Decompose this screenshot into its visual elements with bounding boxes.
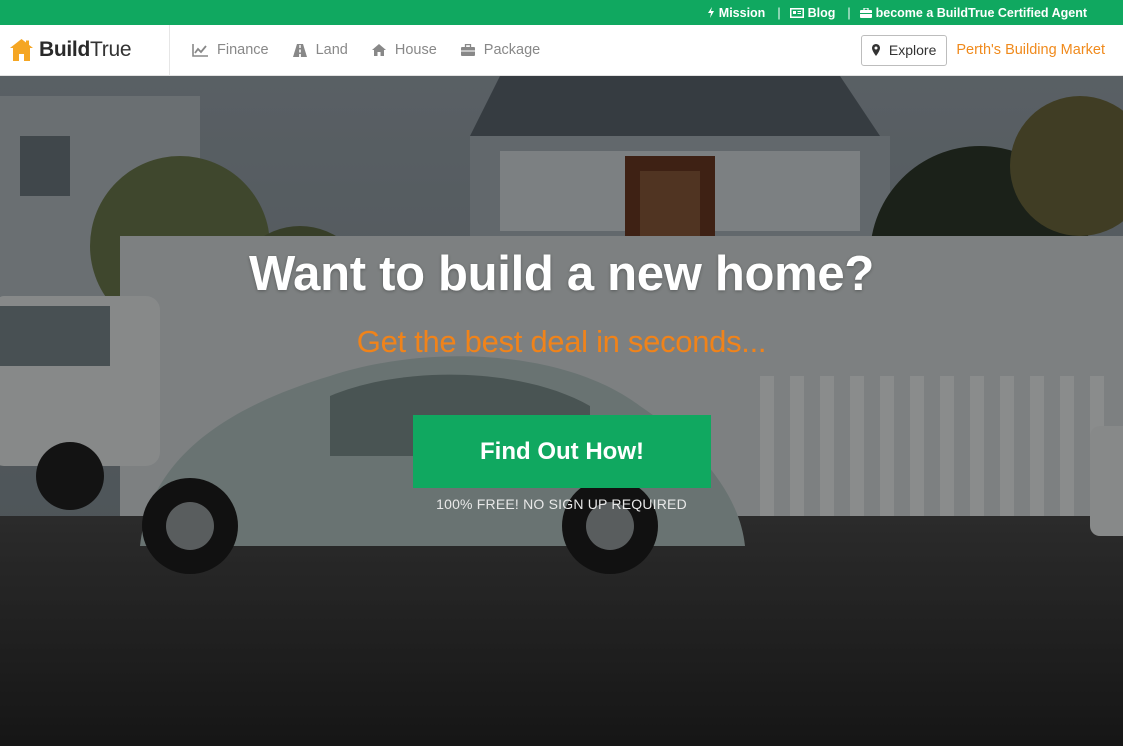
nav-item-land[interactable]: Land — [292, 42, 348, 58]
market-link[interactable]: Perth's Building Market — [956, 42, 1105, 58]
explore-button[interactable]: Explore — [860, 34, 948, 66]
separator: | — [777, 5, 781, 20]
top-utility-bar: Mission | Blog | become a BuildTrue Cert… — [0, 0, 1123, 25]
nav-right: Explore Perth's Building Market — [860, 34, 1123, 66]
blog-label: Blog — [807, 5, 836, 20]
briefcase-icon — [859, 7, 872, 18]
nav-item-house[interactable]: House — [371, 42, 437, 58]
nav-label: Package — [483, 42, 541, 58]
hero-section: Want to build a new home? Get the best d… — [0, 76, 1123, 746]
explore-label: Explore — [888, 42, 937, 58]
mission-link[interactable]: Mission — [707, 5, 766, 20]
main-navbar: BuildTrue Finance Land House Package Exp… — [0, 24, 1123, 76]
bolt-icon — [707, 7, 714, 18]
nav-item-finance[interactable]: Finance — [192, 42, 269, 58]
blog-link[interactable]: Blog — [789, 5, 836, 20]
home-icon — [371, 44, 386, 56]
nav-item-package[interactable]: Package — [460, 42, 541, 58]
certified-agent-link[interactable]: become a BuildTrue Certified Agent — [859, 5, 1087, 20]
brand-name: BuildTrue — [39, 38, 132, 61]
hero-subtitle: Get the best deal in seconds... — [356, 324, 767, 359]
nav-label: House — [394, 42, 437, 58]
cta-note: 100% FREE! NO SIGN UP REQUIRED — [436, 496, 687, 512]
hero-content: Want to build a new home? Get the best d… — [0, 76, 1123, 746]
road-icon — [292, 43, 307, 57]
hero-title: Want to build a new home? — [249, 247, 874, 301]
newspaper-icon — [789, 7, 804, 18]
brand-logo-link[interactable]: BuildTrue — [0, 24, 170, 76]
briefcase-icon — [460, 44, 475, 56]
find-out-how-button[interactable]: Find Out How! — [413, 415, 711, 488]
map-marker-icon — [871, 44, 880, 56]
nav-label: Land — [315, 42, 348, 58]
separator: | — [847, 5, 851, 20]
primary-nav: Finance Land House Package — [170, 42, 540, 58]
house-logo-icon — [10, 39, 33, 61]
certified-agent-label: become a BuildTrue Certified Agent — [875, 5, 1087, 20]
mission-label: Mission — [718, 5, 766, 20]
chart-line-icon — [192, 43, 208, 57]
nav-label: Finance — [217, 42, 269, 58]
